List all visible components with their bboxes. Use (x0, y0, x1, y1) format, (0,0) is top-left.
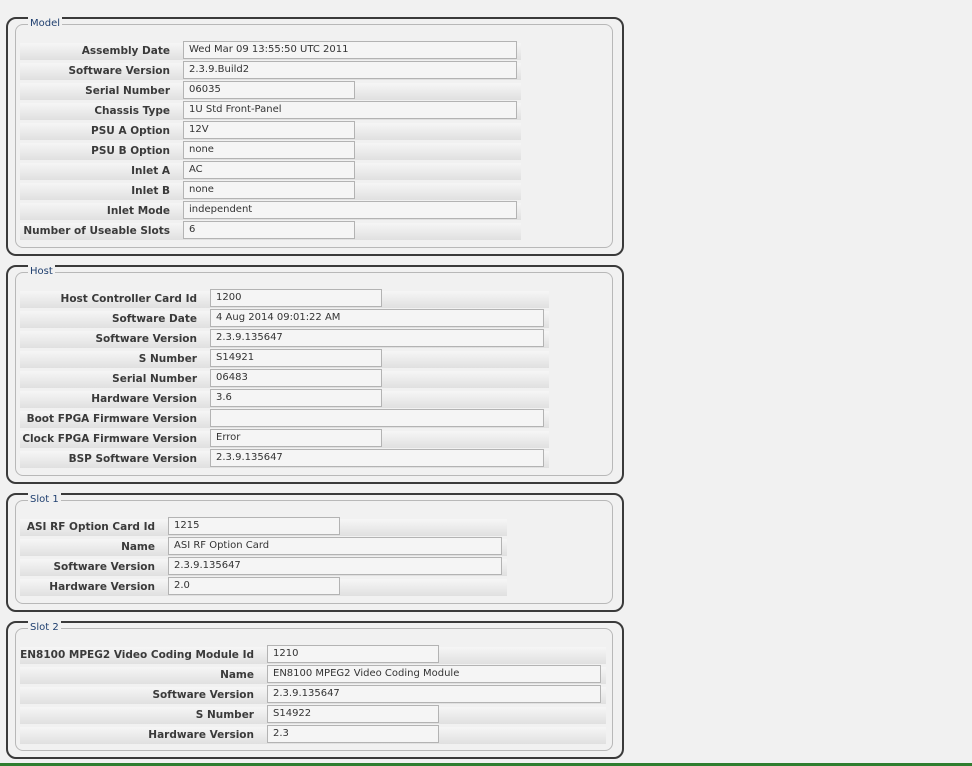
software-version-label: Software Version (20, 62, 178, 80)
host-row-s-number: S Number S14921 (20, 348, 549, 369)
model-row-chassis-type: Chassis Type 1U Std Front-Panel (20, 100, 521, 121)
host-row-serial-number: Serial Number 06483 (20, 368, 549, 389)
inlet-a-label: Inlet A (20, 162, 178, 180)
slot1-legend: Slot 1 (28, 493, 61, 507)
host-row-software-version: Software Version 2.3.9.135647 (20, 328, 549, 349)
slot1-row-name: Name ASI RF Option Card (20, 536, 507, 557)
model-row-assembly-date: Assembly Date Wed Mar 09 13:55:50 UTC 201… (20, 40, 521, 61)
slot2-hardware-version-field[interactable]: 2.3 (267, 724, 439, 743)
host-serial-number-field[interactable]: 06483 (210, 368, 382, 387)
slot1-hardware-version-field[interactable]: 2.0 (168, 576, 340, 595)
model-row-inlet-mode: Inlet Mode independent (20, 200, 521, 221)
model-row-software-version: Software Version 2.3.9.Build2 (20, 60, 521, 81)
assembly-date-field[interactable]: Wed Mar 09 13:55:50 UTC 2011 (183, 40, 517, 59)
host-row-software-date: Software Date 4 Aug 2014 09:01:22 AM (20, 308, 549, 329)
inlet-b-label: Inlet B (20, 182, 178, 200)
slot2-name-field[interactable]: EN8100 MPEG2 Video Coding Module (267, 664, 601, 683)
host-panel: Host Host Controller Card Id 1200 Softwar… (6, 265, 624, 484)
host-card-id-label: Host Controller Card Id (20, 290, 205, 308)
chassis-type-field[interactable]: 1U Std Front-Panel (183, 100, 517, 119)
assembly-date-label: Assembly Date (20, 42, 178, 60)
slot1-software-version-field[interactable]: 2.3.9.135647 (168, 556, 502, 575)
model-row-psu-a-option: PSU A Option 12V (20, 120, 521, 141)
inlet-b-field[interactable]: none (183, 180, 355, 199)
slot1-card-id-field[interactable]: 1215 (168, 516, 340, 535)
slot1-row-software-version: Software Version 2.3.9.135647 (20, 556, 507, 577)
slot2-name-label: Name (20, 666, 262, 684)
slot2-row-hardware-version: Hardware Version 2.3 (20, 724, 606, 745)
serial-number-label: Serial Number (20, 82, 178, 100)
inlet-mode-field[interactable]: independent (183, 200, 517, 219)
host-row-clock-fpga: Clock FPGA Firmware Version Error (20, 428, 549, 449)
slot2-row-s-number: S Number S14922 (20, 704, 606, 725)
host-hardware-version-field[interactable]: 3.6 (210, 388, 382, 407)
host-row-boot-fpga: Boot FPGA Firmware Version (20, 408, 549, 429)
slot1-panel: Slot 1 ASI RF Option Card Id 1215 Name ASI… (6, 493, 624, 612)
host-boot-fpga-label: Boot FPGA Firmware Version (20, 410, 205, 428)
model-row-serial-number: Serial Number 06035 (20, 80, 521, 101)
host-hardware-version-label: Hardware Version (20, 390, 205, 408)
slot1-row-card-id: ASI RF Option Card Id 1215 (20, 516, 507, 537)
host-s-number-field[interactable]: S14921 (210, 348, 382, 367)
useable-slots-label: Number of Useable Slots (20, 222, 178, 240)
host-clock-fpga-label: Clock FPGA Firmware Version (20, 430, 205, 448)
host-card-id-field[interactable]: 1200 (210, 288, 382, 307)
slot1-software-version-label: Software Version (20, 558, 163, 576)
model-row-inlet-a: Inlet A AC (20, 160, 521, 181)
slot1-rows: ASI RF Option Card Id 1215 Name ASI RF Opt… (20, 516, 507, 597)
model-legend: Model (28, 17, 63, 31)
model-row-psu-b-option: PSU B Option none (20, 140, 521, 161)
inlet-mode-label: Inlet Mode (20, 202, 178, 220)
serial-number-field[interactable]: 06035 (183, 80, 355, 99)
software-version-field[interactable]: 2.3.9.Build2 (183, 60, 517, 79)
psu-b-option-field[interactable]: none (183, 140, 355, 159)
slot2-s-number-label: S Number (20, 706, 262, 724)
model-row-inlet-b: Inlet B none (20, 180, 521, 201)
host-bsp-software-field[interactable]: 2.3.9.135647 (210, 448, 544, 467)
host-row-bsp-software: BSP Software Version 2.3.9.135647 (20, 448, 549, 469)
host-software-date-field[interactable]: 4 Aug 2014 09:01:22 AM (210, 308, 544, 327)
slot2-panel: Slot 2 EN8100 MPEG2 Video Coding Module … (6, 621, 624, 759)
model-panel: Model Assembly Date Wed Mar 09 13:55:50 U… (6, 17, 624, 256)
slot2-legend: Slot 2 (28, 621, 61, 635)
slot2-module-id-field[interactable]: 1210 (267, 644, 439, 663)
model-rows: Assembly Date Wed Mar 09 13:55:50 UTC 201… (20, 40, 521, 241)
model-row-useable-slots: Number of Useable Slots 6 (20, 220, 521, 241)
host-software-date-label: Software Date (20, 310, 205, 328)
host-row-hardware-version: Hardware Version 3.6 (20, 388, 549, 409)
slot2-software-version-field[interactable]: 2.3.9.135647 (267, 684, 601, 703)
host-bsp-software-label: BSP Software Version (20, 450, 205, 468)
host-boot-fpga-field[interactable] (210, 408, 544, 427)
slot1-card-id-label: ASI RF Option Card Id (20, 518, 163, 536)
useable-slots-field[interactable]: 6 (183, 220, 355, 239)
slot2-hardware-version-label: Hardware Version (20, 726, 262, 744)
host-legend: Host (28, 265, 55, 279)
slot2-module-id-label: EN8100 MPEG2 Video Coding Module Id (20, 646, 262, 664)
slot1-name-field[interactable]: ASI RF Option Card (168, 536, 502, 555)
slot2-row-module-id: EN8100 MPEG2 Video Coding Module Id 1210 (20, 644, 606, 665)
host-serial-number-label: Serial Number (20, 370, 205, 388)
slot2-software-version-label: Software Version (20, 686, 262, 704)
slot2-row-name: Name EN8100 MPEG2 Video Coding Module (20, 664, 606, 685)
host-row-card-id: Host Controller Card Id 1200 (20, 288, 549, 309)
host-software-version-field[interactable]: 2.3.9.135647 (210, 328, 544, 347)
psu-a-option-field[interactable]: 12V (183, 120, 355, 139)
psu-b-option-label: PSU B Option (20, 142, 178, 160)
host-s-number-label: S Number (20, 350, 205, 368)
inlet-a-field[interactable]: AC (183, 160, 355, 179)
host-clock-fpga-field[interactable]: Error (210, 428, 382, 447)
slot1-name-label: Name (20, 538, 163, 556)
slot2-row-software-version: Software Version 2.3.9.135647 (20, 684, 606, 705)
slot1-row-hardware-version: Hardware Version 2.0 (20, 576, 507, 597)
psu-a-option-label: PSU A Option (20, 122, 178, 140)
chassis-type-label: Chassis Type (20, 102, 178, 120)
slot1-hardware-version-label: Hardware Version (20, 578, 163, 596)
slot2-rows: EN8100 MPEG2 Video Coding Module Id 1210 … (20, 644, 606, 745)
host-software-version-label: Software Version (20, 330, 205, 348)
host-rows: Host Controller Card Id 1200 Software Dat… (20, 288, 549, 469)
slot2-s-number-field[interactable]: S14922 (267, 704, 439, 723)
